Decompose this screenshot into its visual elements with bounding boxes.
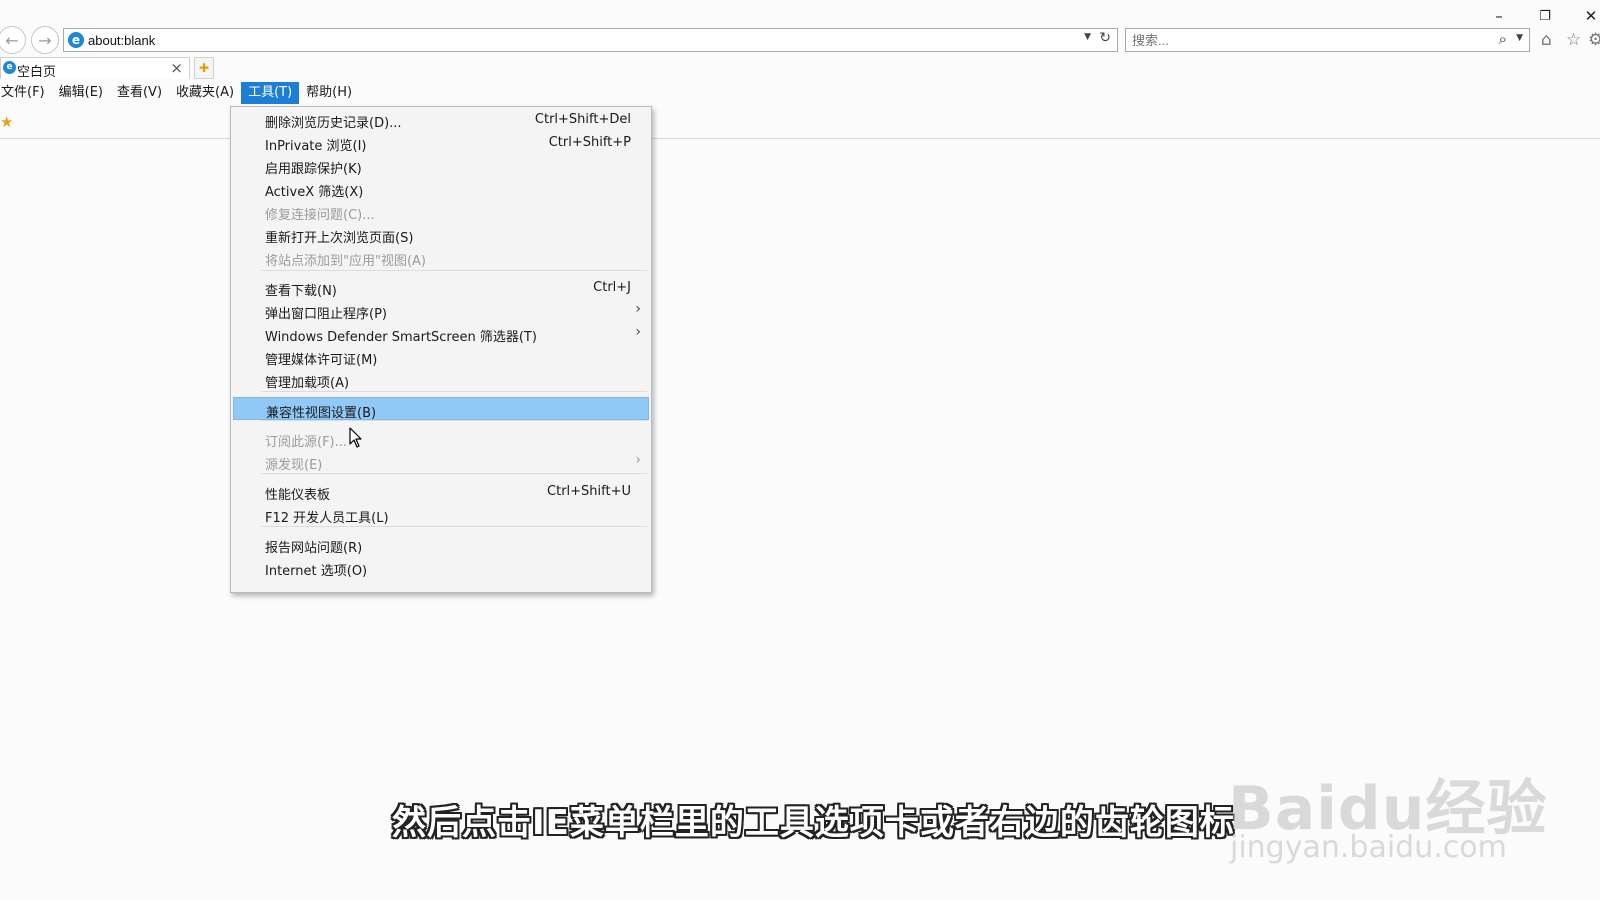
tools-menu-item: 修复连接问题(C)... bbox=[233, 200, 649, 223]
forward-arrow-icon: → bbox=[38, 30, 52, 50]
back-button[interactable]: ← bbox=[0, 26, 26, 54]
watermark-url: jingyan.baidu.com bbox=[1230, 830, 1507, 865]
gear-icon[interactable]: ⚙ bbox=[1588, 30, 1600, 50]
menu-item-label: 启用跟踪保护(K) bbox=[265, 162, 362, 177]
menu-edit[interactable]: 编辑(E) bbox=[52, 82, 110, 104]
tools-menu-item[interactable]: 管理加载项(A) bbox=[233, 368, 649, 391]
tools-menu-item[interactable]: 兼容性视图设置(B) bbox=[233, 397, 649, 421]
menu-item-label: 源发现(E) bbox=[265, 458, 323, 473]
search-box[interactable]: ⌕ ▼ bbox=[1125, 28, 1530, 52]
add-favorites-bar-icon[interactable]: ★ bbox=[0, 113, 13, 131]
menu-item-label: 将站点添加到"应用"视图(A) bbox=[265, 254, 426, 269]
tools-menu-item[interactable]: 查看下载(N) Ctrl+J bbox=[233, 276, 649, 299]
new-tab-icon: ✚ bbox=[198, 61, 210, 75]
search-input[interactable] bbox=[1132, 30, 1462, 50]
tab-blank-page[interactable]: e 空白页 × bbox=[0, 57, 190, 80]
tools-menu-item[interactable]: 重新打开上次浏览页面(S) bbox=[233, 223, 649, 246]
back-arrow-icon: ← bbox=[5, 30, 19, 50]
menu-item-label: 性能仪表板 bbox=[265, 488, 331, 503]
menu-separator bbox=[261, 391, 647, 392]
tab-close-icon[interactable]: × bbox=[170, 59, 183, 77]
menu-item-label: 重新打开上次浏览页面(S) bbox=[265, 231, 414, 246]
tools-menu-item[interactable]: 删除浏览历史记录(D)... Ctrl+Shift+Del bbox=[233, 108, 649, 131]
minimize-button[interactable]: – bbox=[1486, 6, 1512, 26]
tools-menu-item[interactable]: 弹出窗口阻止程序(P) › bbox=[233, 299, 649, 322]
submenu-chevron-icon: › bbox=[635, 301, 641, 317]
address-input[interactable] bbox=[88, 30, 1038, 50]
submenu-chevron-icon: › bbox=[635, 452, 641, 468]
new-tab-button[interactable]: ✚ bbox=[194, 57, 214, 79]
menu-view[interactable]: 查看(V) bbox=[110, 82, 169, 104]
menu-tools[interactable]: 工具(T) bbox=[241, 82, 300, 104]
tools-menu-item: 订阅此源(F)... bbox=[233, 427, 649, 450]
minimize-icon: – bbox=[1495, 7, 1503, 25]
favorites-star-icon[interactable]: ☆ bbox=[1566, 30, 1581, 50]
menu-item-label: F12 开发人员工具(L) bbox=[265, 511, 389, 526]
menu-item-label: 删除浏览历史记录(D)... bbox=[265, 116, 402, 131]
menu-help[interactable]: 帮助(H) bbox=[299, 82, 359, 104]
menu-item-label: 报告网站问题(R) bbox=[265, 541, 363, 556]
tab-label: 空白页 bbox=[17, 65, 57, 80]
ie-page-icon: e bbox=[68, 32, 84, 48]
video-subtitle: 然后点击IE菜单栏里的工具选项卡或者右边的齿轮图标 bbox=[392, 803, 1235, 843]
tools-menu-item[interactable]: ActiveX 筛选(X) bbox=[233, 177, 649, 200]
menu-item-label: Internet 选项(O) bbox=[265, 564, 368, 579]
mouse-cursor-icon bbox=[349, 427, 362, 448]
tools-menu-item: 源发现(E) › bbox=[233, 450, 649, 473]
menu-item-label: InPrivate 浏览(I) bbox=[265, 139, 367, 154]
home-icon[interactable]: ⌂ bbox=[1541, 30, 1552, 50]
menu-separator bbox=[261, 526, 647, 527]
menu-item-label: 修复连接问题(C)... bbox=[265, 208, 375, 223]
tools-menu-item[interactable]: 性能仪表板 Ctrl+Shift+U bbox=[233, 480, 649, 503]
menu-item-label: 管理加载项(A) bbox=[265, 376, 350, 391]
tools-menu: 删除浏览历史记录(D)... Ctrl+Shift+Del InPrivate 浏览… bbox=[230, 106, 652, 593]
close-window-button[interactable]: ✕ bbox=[1578, 6, 1600, 26]
tools-menu-item[interactable]: 管理媒体许可证(M) bbox=[233, 345, 649, 368]
menu-item-shortcut: Ctrl+Shift+P bbox=[548, 135, 631, 150]
tools-menu-item[interactable]: 报告网站问题(R) bbox=[233, 533, 649, 556]
menu-item-shortcut: Ctrl+Shift+U bbox=[547, 484, 631, 499]
menu-favorites[interactable]: 收藏夹(A) bbox=[169, 82, 241, 104]
ie-tab-icon: e bbox=[3, 61, 16, 74]
menu-item-label: ActiveX 筛选(X) bbox=[265, 185, 364, 200]
search-icon[interactable]: ⌕ bbox=[1499, 30, 1507, 48]
close-icon: ✕ bbox=[1584, 7, 1598, 25]
menu-separator bbox=[261, 473, 647, 474]
tools-menu-item[interactable]: Internet 选项(O) bbox=[233, 556, 649, 579]
tools-menu-item[interactable]: F12 开发人员工具(L) bbox=[233, 503, 649, 526]
tools-menu-item: 将站点添加到"应用"视图(A) bbox=[233, 246, 649, 269]
forward-button[interactable]: → bbox=[31, 26, 59, 54]
menu-separator bbox=[261, 270, 647, 271]
restore-icon: ❐ bbox=[1539, 8, 1551, 24]
menu-item-label: 兼容性视图设置(B) bbox=[266, 406, 377, 421]
menu-bar: 文件(F) 编辑(E) 查看(V) 收藏夹(A) 工具(T) 帮助(H) bbox=[0, 82, 359, 104]
address-bar[interactable]: e ▼ ↻ bbox=[63, 28, 1118, 52]
restore-button[interactable]: ❐ bbox=[1532, 6, 1558, 26]
menu-item-label: Windows Defender SmartScreen 筛选器(T) bbox=[265, 330, 537, 345]
tools-menu-item[interactable]: InPrivate 浏览(I) Ctrl+Shift+P bbox=[233, 131, 649, 154]
submenu-chevron-icon: › bbox=[635, 324, 641, 340]
tools-menu-item[interactable]: Windows Defender SmartScreen 筛选器(T) › bbox=[233, 322, 649, 345]
address-dropdown-icon[interactable]: ▼ bbox=[1084, 32, 1091, 42]
tools-menu-item[interactable]: 启用跟踪保护(K) bbox=[233, 154, 649, 177]
search-dropdown-icon[interactable]: ▼ bbox=[1516, 33, 1523, 43]
menu-item-label: 弹出窗口阻止程序(P) bbox=[265, 307, 387, 322]
menu-item-shortcut: Ctrl+J bbox=[593, 280, 631, 295]
menu-item-label: 管理媒体许可证(M) bbox=[265, 353, 378, 368]
menu-item-label: 查看下载(N) bbox=[265, 284, 337, 299]
menu-file[interactable]: 文件(F) bbox=[0, 82, 52, 104]
menu-item-shortcut: Ctrl+Shift+Del bbox=[534, 112, 631, 127]
menu-item-label: 订阅此源(F)... bbox=[265, 435, 348, 450]
refresh-icon[interactable]: ↻ bbox=[1099, 30, 1111, 46]
